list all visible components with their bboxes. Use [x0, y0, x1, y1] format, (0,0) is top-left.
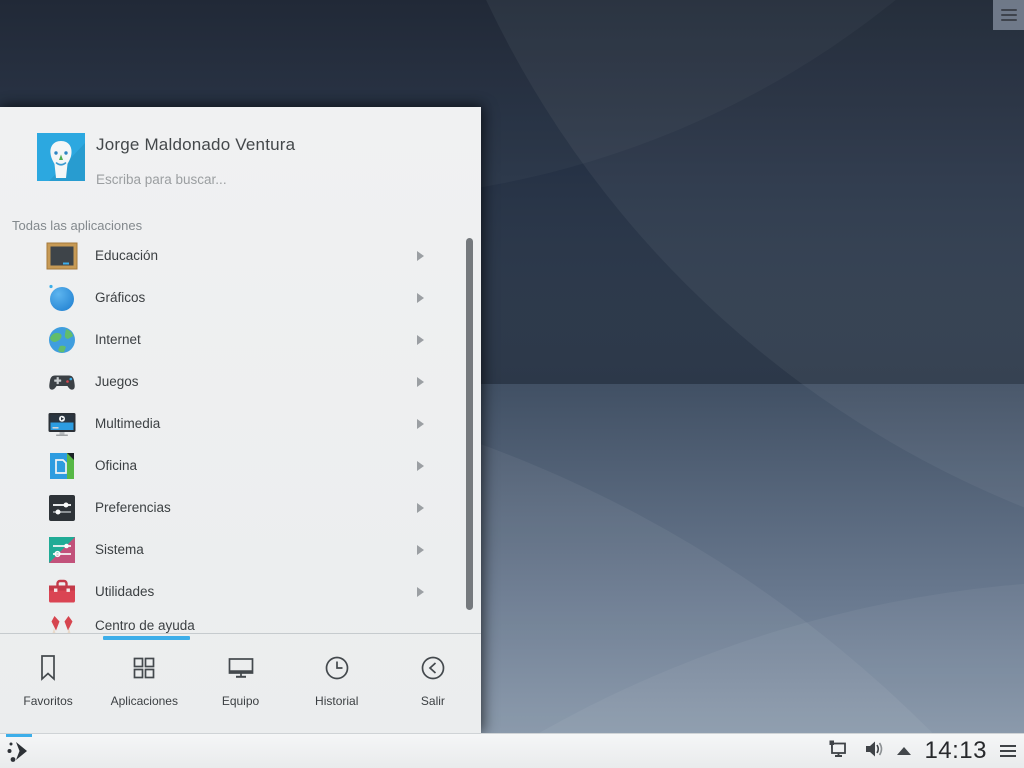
- tab-favoritos[interactable]: Favoritos: [0, 634, 96, 733]
- digital-clock[interactable]: 14:13: [924, 737, 987, 765]
- games-icon: [46, 366, 78, 398]
- user-name: Jorge Maldonado Ventura: [96, 135, 296, 154]
- submenu-arrow-icon: [417, 335, 424, 345]
- category-row-internet[interactable]: Internet: [0, 319, 481, 361]
- volume-icon[interactable]: [862, 738, 884, 765]
- expand-tray-icon[interactable]: [897, 747, 912, 755]
- active-tab-indicator: [103, 636, 190, 640]
- multimedia-icon: [46, 408, 78, 440]
- bookmark-icon: [31, 651, 65, 685]
- launcher-header: Jorge Maldonado Ventura: [0, 107, 481, 217]
- preferences-icon: [46, 492, 78, 524]
- submenu-arrow-icon: [417, 251, 424, 261]
- network-icon[interactable]: [827, 738, 849, 765]
- launcher-active-indicator: [6, 733, 32, 737]
- education-icon: [46, 240, 78, 272]
- list-scrollbar[interactable]: [466, 238, 473, 610]
- category-row-graficos[interactable]: Gráficos: [0, 277, 481, 319]
- utilities-icon: [46, 576, 78, 608]
- tab-equipo[interactable]: Equipo: [192, 634, 288, 733]
- panel-menu-icon[interactable]: [1000, 742, 1016, 760]
- category-row-centro-de-ayuda[interactable]: Centro de ayuda: [0, 605, 481, 633]
- tab-historial[interactable]: Historial: [289, 634, 385, 733]
- category-list: Educación Gráficos Internet Juegos Multi…: [0, 235, 481, 633]
- category-row-preferencias[interactable]: Preferencias: [0, 487, 481, 529]
- category-row-juegos[interactable]: Juegos: [0, 361, 481, 403]
- search-input[interactable]: [96, 172, 426, 187]
- submenu-arrow-icon: [417, 377, 424, 387]
- taskbar-panel: 14:13: [0, 733, 1024, 768]
- tab-aplicaciones[interactable]: Aplicaciones: [96, 634, 192, 733]
- application-launcher-button[interactable]: [0, 733, 40, 768]
- application-launcher-popup: Jorge Maldonado Ventura Todas las aplica…: [0, 107, 481, 733]
- system-tray: 14:13: [827, 737, 1024, 765]
- hamburger-icon: [1000, 6, 1017, 24]
- category-row-oficina[interactable]: Oficina: [0, 445, 481, 487]
- apps-grid-icon: [127, 651, 161, 685]
- help-center-icon: [46, 610, 78, 633]
- leave-icon: [416, 651, 450, 685]
- computer-icon: [224, 651, 258, 685]
- office-icon: [46, 450, 78, 482]
- graphics-icon: [46, 282, 78, 314]
- desktop: Jorge Maldonado Ventura Todas las aplica…: [0, 0, 1024, 768]
- submenu-arrow-icon: [417, 461, 424, 471]
- category-row-sistema[interactable]: Sistema: [0, 529, 481, 571]
- submenu-arrow-icon: [417, 503, 424, 513]
- tab-salir[interactable]: Salir: [385, 634, 481, 733]
- launcher-tabbar: Favoritos Aplicaciones Equipo Historial …: [0, 633, 481, 733]
- submenu-arrow-icon: [417, 587, 424, 597]
- category-row-educacion[interactable]: Educación: [0, 235, 481, 277]
- clock-icon: [320, 651, 354, 685]
- section-label: Todas las aplicaciones: [12, 218, 143, 233]
- launcher-icon: [7, 742, 27, 762]
- submenu-arrow-icon: [417, 293, 424, 303]
- search-field[interactable]: [96, 171, 426, 189]
- submenu-arrow-icon: [417, 419, 424, 429]
- internet-icon: [46, 324, 78, 356]
- submenu-arrow-icon: [417, 545, 424, 555]
- category-row-multimedia[interactable]: Multimedia: [0, 403, 481, 445]
- user-avatar[interactable]: [37, 133, 85, 181]
- desktop-toolbox-button[interactable]: [993, 0, 1024, 30]
- system-icon: [46, 534, 78, 566]
